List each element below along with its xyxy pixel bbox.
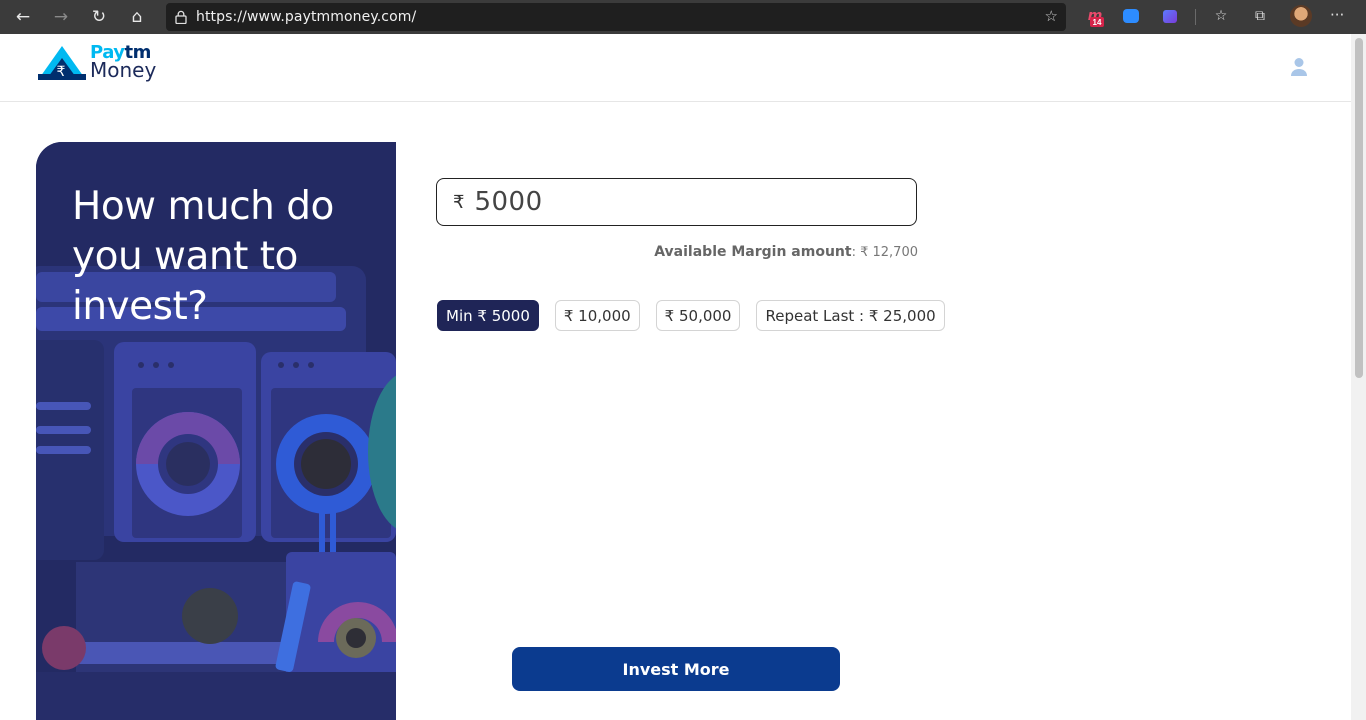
margin-label: Available Margin amount — [654, 244, 852, 260]
back-button[interactable]: ← — [4, 0, 42, 34]
amount-value[interactable]: 5000 — [474, 187, 542, 217]
invest-more-button[interactable]: Invest More — [512, 647, 840, 691]
address-bar[interactable]: https://www.paytmmoney.com/ ☆ — [166, 3, 1066, 31]
page-scrollbar[interactable] — [1351, 34, 1366, 720]
available-margin: Available Margin amount: ₹ 12,700 — [600, 244, 918, 260]
url-text[interactable]: https://www.paytmmoney.com/ — [196, 9, 416, 25]
logo-rupee-glyph: ₹ — [57, 64, 66, 80]
zoom-extension-icon[interactable] — [1122, 7, 1140, 25]
browser-toolbar: ← → ↻ ⌂ https://www.paytmmoney.com/ ☆ m … — [0, 0, 1366, 34]
extension-cube-icon[interactable] — [1161, 7, 1179, 25]
refresh-icon: ↻ — [91, 7, 107, 27]
amount-chips: Min ₹ 5000 ₹ 10,000 ₹ 50,000 Repeat Last… — [437, 300, 961, 331]
favorite-star-icon[interactable]: ☆ — [1045, 7, 1058, 25]
toolbar-divider — [1195, 9, 1196, 25]
amount-input[interactable]: ₹ 5000 — [436, 178, 917, 226]
collections-icon[interactable]: ⧉ — [1251, 7, 1269, 25]
forward-button[interactable]: → — [42, 0, 80, 34]
rupee-icon: ₹ — [453, 191, 465, 213]
scrollbar-thumb[interactable] — [1355, 38, 1363, 378]
extension-badge: 14 — [1090, 17, 1104, 27]
hero-panel: How much do you want to invest? — [36, 142, 396, 720]
back-arrow-icon: ← — [15, 7, 31, 27]
home-button[interactable]: ⌂ — [118, 0, 156, 34]
margin-value: : ₹ 12,700 — [851, 245, 918, 260]
forward-arrow-icon: → — [53, 7, 69, 27]
profile-avatar[interactable] — [1290, 5, 1312, 27]
hero-title: How much do you want to invest? — [72, 184, 334, 329]
logo-money-text: Money — [90, 58, 157, 82]
home-icon: ⌂ — [131, 7, 143, 27]
chip-50000[interactable]: ₹ 50,000 — [655, 300, 741, 331]
site-header: ₹ Paytm Money — [0, 34, 1351, 102]
chip-min-5000[interactable]: Min ₹ 5000 — [437, 300, 539, 331]
paytm-money-logo[interactable]: ₹ Paytm Money — [36, 44, 156, 84]
chip-10000[interactable]: ₹ 10,000 — [554, 300, 640, 331]
refresh-button[interactable]: ↻ — [80, 0, 118, 34]
chip-repeat-last[interactable]: Repeat Last : ₹ 25,000 — [756, 300, 945, 331]
more-options-icon[interactable]: ··· — [1330, 6, 1344, 24]
user-profile-icon[interactable] — [1290, 57, 1308, 77]
favorites-icon[interactable]: ☆ — [1212, 7, 1230, 25]
logo-mark-icon: ₹ — [36, 44, 88, 84]
lock-icon[interactable] — [166, 10, 196, 24]
